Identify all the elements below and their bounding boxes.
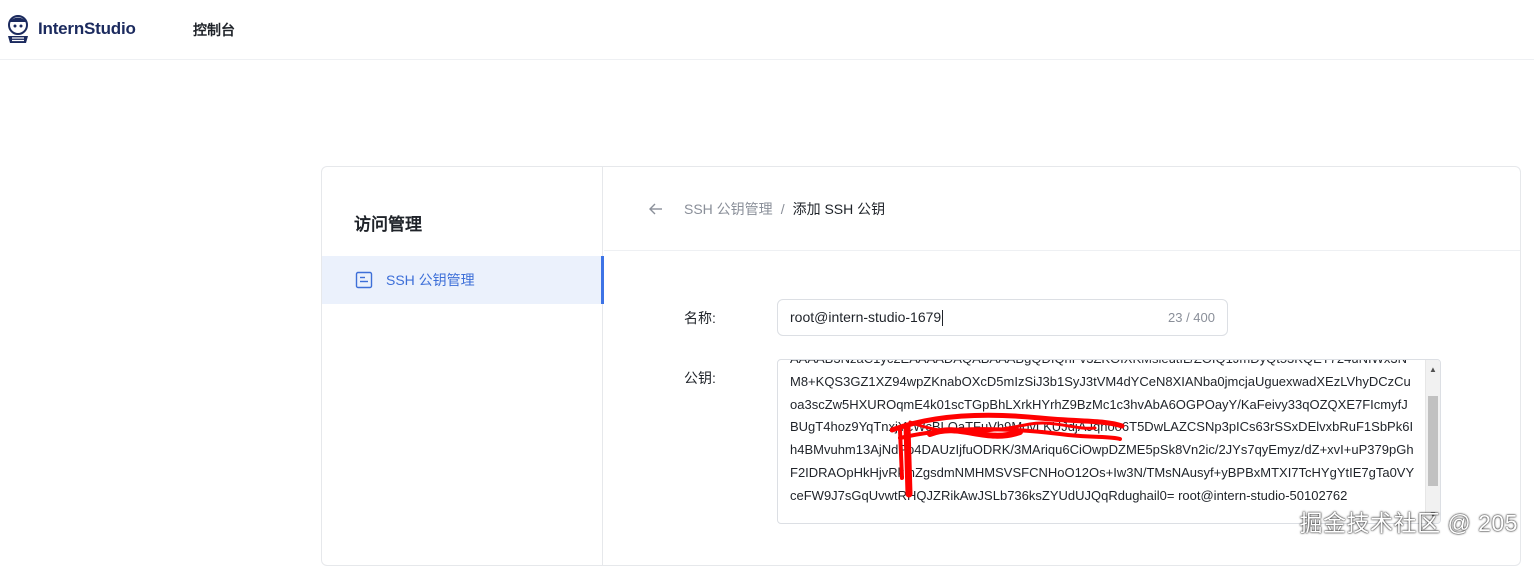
breadcrumb-parent-link[interactable]: SSH 公钥管理: [684, 199, 773, 219]
sidebar-item-label: SSH 公钥管理: [386, 272, 475, 288]
name-char-count: 23 / 400: [1168, 310, 1215, 325]
textarea-scrollbar[interactable]: ▲ ▼: [1425, 360, 1440, 523]
name-input-value-wrap: root@intern-studio-1679: [790, 308, 1168, 327]
name-input[interactable]: root@intern-studio-1679 23 / 400: [777, 299, 1228, 336]
logo-text: InternStudio: [38, 19, 136, 38]
top-bar: InternStudio 控制台: [0, 0, 1534, 60]
app-logo[interactable]: InternStudio: [4, 12, 136, 46]
scroll-up-arrow-icon[interactable]: ▲: [1426, 362, 1440, 376]
text-cursor: [942, 310, 944, 327]
breadcrumb-separator: /: [780, 200, 785, 217]
nav-console-link[interactable]: 控制台: [193, 20, 235, 40]
sidebar-item-ssh-keys[interactable]: SSH 公钥管理: [322, 256, 604, 304]
public-key-textarea[interactable]: AAAAB3NzaC1yc2EAAAADAQABAAABgQDIQnFv3ZKO…: [777, 359, 1441, 524]
name-input-value: root@intern-studio-1679: [790, 308, 942, 325]
breadcrumb-current: 添加 SSH 公钥: [792, 200, 886, 217]
breadcrumb: SSH 公钥管理 / 添加 SSH 公钥: [604, 167, 1520, 251]
document-icon: [355, 271, 373, 289]
watermark: 掘金技术社区 @ 205: [1299, 510, 1518, 536]
public-key-label: 公钥:: [684, 370, 716, 386]
sidebar-title: 访问管理: [354, 215, 422, 234]
name-label: 名称:: [684, 310, 716, 326]
logo-mascot-icon: [8, 15, 28, 43]
public-key-value: AAAAB3NzaC1yc2EAAAADAQABAAABgQDIQnFv3ZKO…: [790, 360, 1415, 503]
back-arrow-icon[interactable]: [648, 201, 664, 217]
scrollbar-thumb[interactable]: [1428, 396, 1438, 486]
sidebar: 访问管理 SSH 公钥管理: [322, 167, 604, 565]
